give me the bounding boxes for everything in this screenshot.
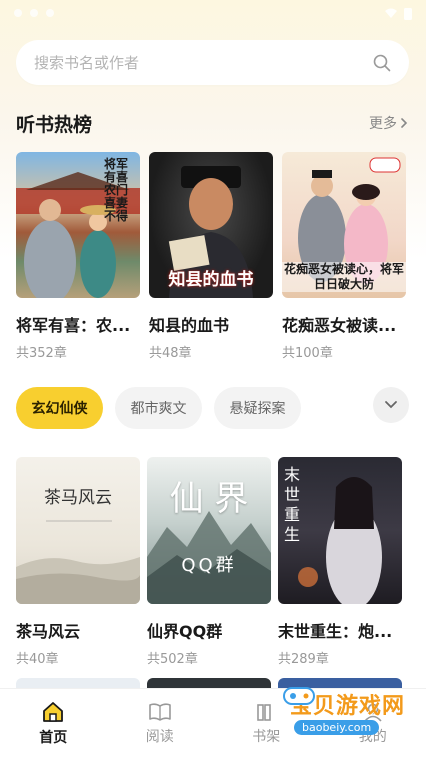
- wifi-icon: [385, 8, 397, 18]
- book-chapters: 共289章: [278, 652, 329, 667]
- section-title: 听书热榜: [16, 113, 93, 136]
- book-chapters: 共502章: [147, 652, 198, 667]
- status-left-icons: [14, 9, 54, 17]
- cover-title-text: 茶马风云: [44, 488, 112, 508]
- cover-title-text: 知县的血书: [168, 270, 254, 290]
- cover-title-text: 花痴恶女被读心，将军日日破大防: [282, 262, 406, 292]
- notification-dot-icon: [14, 9, 22, 17]
- more-link[interactable]: 更多: [369, 113, 409, 133]
- tab-read[interactable]: 阅读: [107, 689, 214, 759]
- book-card[interactable]: 将军有喜农门喜妻不得 将军有喜：农... 共352章: [16, 152, 140, 361]
- book-cover[interactable]: 花痴恶女被读心，将军日日破大防: [282, 152, 406, 298]
- chevron-down-icon: [385, 401, 397, 409]
- status-bar: [0, 0, 426, 26]
- book-open-icon: [148, 703, 171, 721]
- cover-subtitle-text: QQ群: [181, 555, 237, 576]
- book-chapters: 共48章: [149, 346, 192, 361]
- book-cover[interactable]: 仙 界 QQ群: [147, 457, 271, 604]
- tab-label: 首页: [39, 730, 68, 746]
- book-title[interactable]: 花痴恶女被读...: [282, 312, 406, 336]
- watermark-url: baobeiy.com: [294, 720, 380, 735]
- status-right-icons: [384, 7, 412, 20]
- notification-dot-icon: [30, 9, 38, 17]
- book-card[interactable]: 茶马风云 茶马风云 共40章: [16, 457, 140, 667]
- book-chapters: 共100章: [282, 346, 333, 361]
- book-title[interactable]: 茶马风云: [16, 618, 140, 642]
- book-card[interactable]: 花痴恶女被读心，将军日日破大防 花痴恶女被读... 共100章: [282, 152, 406, 361]
- book-title[interactable]: 将军有喜：农...: [16, 312, 140, 336]
- tab-label: 阅读: [145, 729, 174, 745]
- search-bar[interactable]: 搜索书名或作者: [16, 40, 409, 85]
- cover-title-text: 将军有喜农门喜妻不得: [104, 157, 129, 223]
- bookshelf-icon: [257, 704, 272, 721]
- chip-xuanyi[interactable]: 悬疑探案: [214, 387, 301, 429]
- expand-categories-button[interactable]: [373, 387, 409, 423]
- category-book-row: 茶马风云 茶马风云 共40章 仙 界 QQ群 仙界QQ群 共502章 末世重生 …: [16, 457, 426, 667]
- search-input[interactable]: 搜索书名或作者: [34, 52, 139, 73]
- chip-dushi[interactable]: 都市爽文: [115, 387, 202, 429]
- book-cover[interactable]: 茶马风云: [16, 457, 140, 604]
- battery-icon: [404, 7, 412, 20]
- tab-label: 书架: [252, 729, 281, 745]
- book-cover[interactable]: 末世重生: [278, 457, 402, 604]
- tab-home[interactable]: 首页: [0, 689, 107, 759]
- cover-title-text: 仙 界: [169, 479, 249, 519]
- more-label: 更多: [369, 116, 397, 132]
- book-chapters: 共40章: [16, 652, 59, 667]
- watermark-logo: 宝贝游戏网 baobeiy.com: [283, 687, 420, 742]
- category-chips: 玄幻仙侠 都市爽文 悬疑探案: [16, 387, 409, 429]
- hot-section-header: 听书热榜 更多: [16, 108, 409, 138]
- book-card[interactable]: 仙 界 QQ群 仙界QQ群 共502章: [147, 457, 271, 667]
- gamepad-icon: [283, 687, 315, 705]
- chevron-right-icon: [401, 118, 408, 128]
- cover-title-text: 末世重生: [284, 465, 301, 544]
- book-cover[interactable]: 知县的血书: [149, 152, 273, 298]
- chip-xuanhuan[interactable]: 玄幻仙侠: [16, 387, 103, 429]
- book-title[interactable]: 末世重生：炮...: [278, 618, 402, 642]
- book-chapters: 共352章: [16, 346, 67, 361]
- book-title[interactable]: 仙界QQ群: [147, 618, 271, 642]
- book-card[interactable]: 末世重生 末世重生：炮... 共289章: [278, 457, 402, 667]
- book-cover[interactable]: 将军有喜农门喜妻不得: [16, 152, 140, 298]
- hot-book-row: 将军有喜农门喜妻不得 将军有喜：农... 共352章 知县的血书 知县的血书 共…: [16, 152, 426, 362]
- book-card[interactable]: 知县的血书 知县的血书 共48章: [149, 152, 273, 361]
- search-icon[interactable]: [373, 54, 391, 72]
- home-icon: [43, 702, 64, 722]
- book-title[interactable]: 知县的血书: [149, 312, 273, 336]
- notification-dot-icon: [46, 9, 54, 17]
